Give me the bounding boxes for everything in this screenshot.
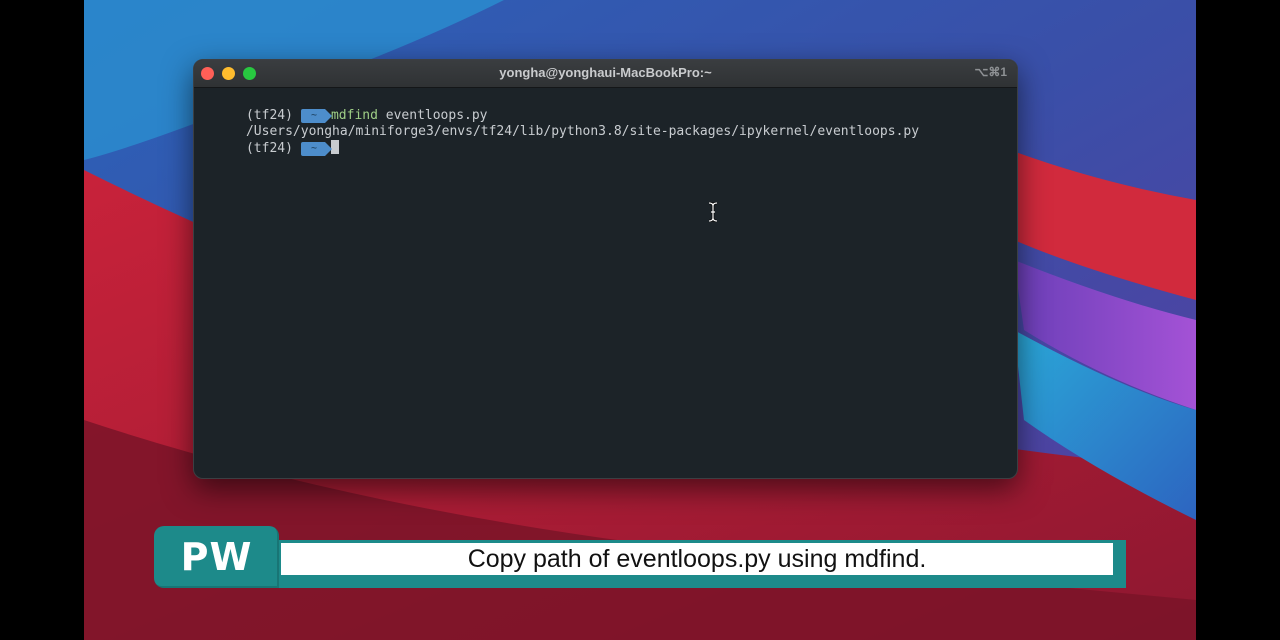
terminal-window[interactable]: yongha@yonghaui-MacBookPro:~ ⌥⌘1 (tf24) ~… — [193, 59, 1018, 479]
conda-env-label: (tf24) — [245, 108, 293, 123]
command-text: mdfind — [330, 108, 378, 123]
video-caption-bar: Copy path of eventloops.py using mdfind.… — [154, 526, 1126, 588]
window-shortcut: ⌥⌘1 — [974, 65, 1007, 79]
window-title: yongha@yonghaui-MacBookPro:~ — [499, 65, 712, 80]
terminal-line-command: (tf24) ~ mdfind eventloops.py — [199, 92, 1012, 123]
caption-text: Copy path of eventloops.py using mdfind. — [278, 540, 1116, 578]
mdfind-result-path[interactable]: /Users/yongha/miniforge3/envs/tf24/lib/p… — [246, 124, 919, 139]
prompt-directory-badge: ~ — [300, 142, 333, 156]
text-ibeam-icon — [708, 202, 718, 222]
prompt-directory-badge: ~ — [300, 109, 333, 123]
terminal-output[interactable]: (tf24) ~ mdfind eventloops.py /Users/yongh… — [199, 92, 1012, 478]
letterbox-left — [0, 0, 84, 640]
conda-env-label: (tf24) — [245, 141, 293, 156]
terminal-cursor — [330, 140, 339, 154]
window-titlebar[interactable]: yongha@yonghaui-MacBookPro:~ ⌥⌘1 — [194, 60, 1017, 88]
command-argument: eventloops.py — [385, 108, 488, 123]
channel-logo: PW — [154, 526, 279, 588]
letterbox-right — [1196, 0, 1280, 640]
